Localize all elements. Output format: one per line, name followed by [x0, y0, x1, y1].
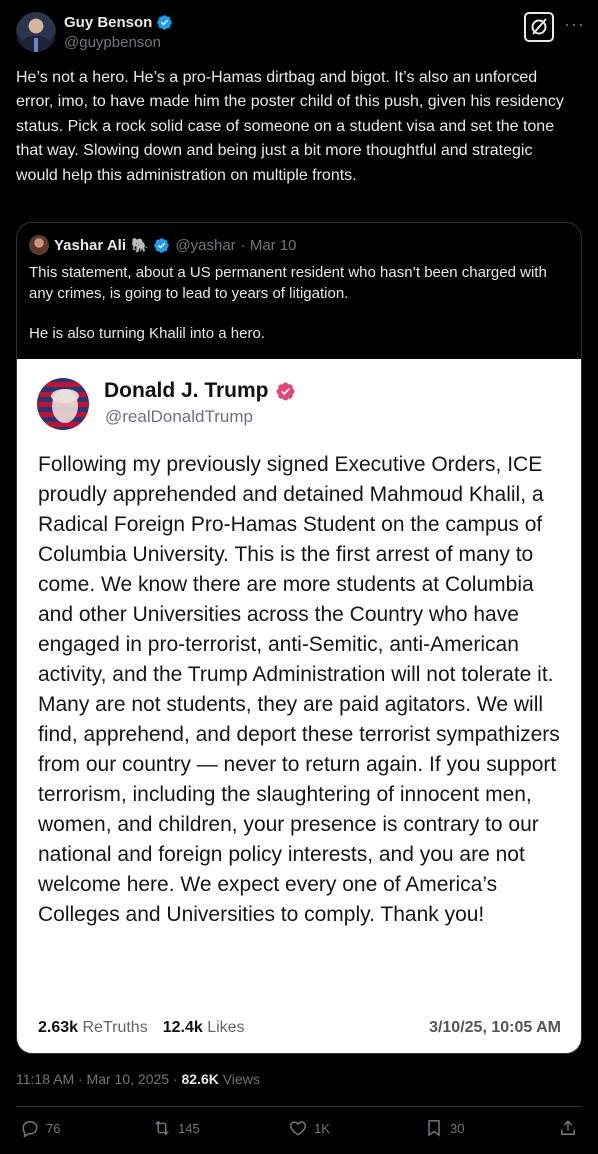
tweet-timestamp[interactable]: 11:18 AM · Mar 10, 2025 ·	[16, 1071, 178, 1087]
bookmark-icon	[428, 1120, 440, 1137]
reply-icon	[22, 1121, 38, 1138]
trump-avatar	[37, 378, 89, 430]
trump-name-row: Donald J. Trump	[104, 379, 296, 403]
likes-count: 12.4k	[162, 1019, 203, 1036]
elephant-emoji-icon: 🐘	[130, 236, 149, 253]
author-avatar[interactable]	[16, 12, 56, 52]
retruths-count: 2.63k	[38, 1019, 79, 1036]
tweet-text: He’s not a hero. He’s a pro-Hamas dirtba…	[16, 69, 564, 184]
share-icon	[561, 1120, 575, 1135]
author-name-row: Guy Benson	[64, 14, 173, 31]
quote-paragraph: This statement, about a US permanent res…	[29, 264, 547, 302]
trump-name: Donald J. Trump	[104, 379, 269, 402]
divider	[16, 1106, 582, 1107]
embedded-post-image[interactable]: Donald J. Trump @realDonaldTrump Followi…	[17, 359, 581, 1053]
truth-verified-icon	[276, 382, 294, 400]
reply-button[interactable]: 76	[20, 1118, 60, 1138]
tweet-header: Guy Benson @guypbenson ···	[16, 12, 585, 56]
quoted-tweet[interactable]: Yashar Ali 🐘 @yashar · Mar 10 This state…	[16, 222, 582, 1054]
share-button[interactable]	[558, 1118, 578, 1138]
quote-text: This statement, about a US permanent res…	[29, 263, 569, 365]
quote-author-avatar	[29, 235, 49, 255]
reply-count: 76	[46, 1120, 61, 1136]
verified-badge-icon	[154, 237, 170, 253]
author-handle[interactable]: @guypbenson	[64, 34, 161, 51]
grok-icon	[531, 18, 547, 35]
verified-badge-icon	[157, 15, 173, 30]
trump-handle: @realDonaldTrump	[105, 407, 253, 426]
repost-icon	[155, 1120, 169, 1136]
like-count: 1K	[314, 1120, 330, 1136]
like-button[interactable]: 1K	[288, 1118, 330, 1138]
embedded-post-timestamp: 3/10/25, 10:05 AM	[429, 1019, 561, 1036]
embedded-post-stats: 2.63k ReTruths 12.4k Likes	[38, 1019, 245, 1037]
quote-header: Yashar Ali 🐘 @yashar · Mar 10	[29, 235, 297, 255]
views-count: 82.6K	[181, 1071, 219, 1087]
quote-author-name: Yashar Ali	[54, 236, 126, 254]
tweet-meta: 11:18 AM · Mar 10, 2025 · 82.6K Views	[16, 1071, 260, 1087]
heart-icon	[289, 1121, 307, 1136]
repost-count: 145	[178, 1120, 200, 1136]
likes-label: Likes	[207, 1019, 245, 1036]
quote-date: · Mar 10	[240, 236, 297, 254]
quote-author-handle: @yashar	[175, 236, 236, 254]
author-name[interactable]: Guy Benson	[64, 14, 152, 31]
action-bar: 76 145 1K 30	[16, 1118, 582, 1142]
views-label: Views	[222, 1071, 260, 1087]
repost-button[interactable]: 145	[152, 1118, 200, 1138]
grok-button[interactable]	[524, 12, 554, 42]
quote-paragraph: He is also turning Khalil into a hero.	[29, 325, 265, 342]
embedded-post-text: Following my previously signed Executive…	[38, 453, 560, 926]
more-options-icon[interactable]: ···	[564, 14, 585, 35]
bookmark-button[interactable]: 30	[424, 1118, 464, 1138]
bookmark-count: 30	[450, 1120, 465, 1136]
retruths-label: ReTruths	[82, 1019, 148, 1036]
